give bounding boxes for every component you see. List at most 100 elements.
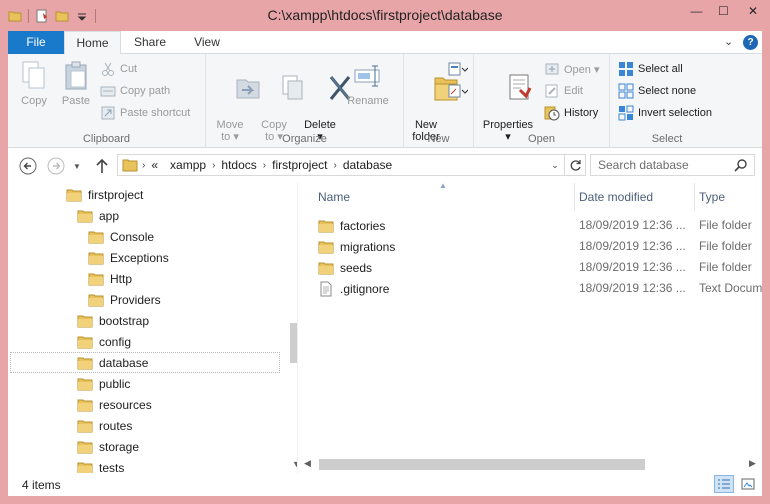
organize-group: Move to ▾ Copy to ▾ Delete ▾ Rename Orga… <box>206 54 404 148</box>
tree-item-public[interactable]: public <box>77 373 130 394</box>
title-bar: C:\xampp\htdocs\firstproject\database — … <box>0 0 770 31</box>
horizontal-scroll-thumb[interactable] <box>319 459 645 470</box>
select-all-button[interactable]: Select all <box>618 60 683 78</box>
up-button[interactable] <box>93 157 111 175</box>
cut-button[interactable]: Cut <box>100 60 137 78</box>
collapse-ribbon-icon[interactable]: ⌄ <box>724 35 733 48</box>
copy-path-button[interactable]: Copy path <box>100 82 170 100</box>
organize-group-label: Organize <box>282 133 327 145</box>
open-button[interactable]: Open ▾ <box>544 60 600 78</box>
tree-item-label: storage <box>99 439 140 454</box>
forward-arrow-icon <box>47 157 65 175</box>
new-group-label: New <box>427 133 450 145</box>
select-none-icon <box>618 83 634 99</box>
tree-item-http[interactable]: Http <box>88 268 132 289</box>
search-input[interactable] <box>591 155 729 175</box>
edit-label: Edit <box>564 85 583 97</box>
tree-item-label: Exceptions <box>110 250 169 265</box>
ribbon-tabs: File Home Share View ⌄ ? <box>8 31 762 55</box>
edit-icon <box>545 84 558 98</box>
tree-item-config[interactable]: config <box>77 331 131 352</box>
tab-home[interactable]: Home <box>64 31 121 55</box>
search-icon[interactable] <box>734 158 748 172</box>
breadcrumb: › « xampp › htdocs › firstproject › data… <box>118 155 398 175</box>
column-header-name[interactable]: Name <box>318 183 578 211</box>
recent-locations-button[interactable]: ▼ <box>68 157 86 175</box>
nav-pane-scrollbar[interactable]: ▼ <box>288 183 297 473</box>
list-item[interactable]: .gitignore 18/09/2019 12:36 ... Text Doc… <box>298 278 762 299</box>
tab-share[interactable]: Share <box>121 31 179 54</box>
list-item[interactable]: migrations 18/09/2019 12:36 ... File fol… <box>298 236 762 257</box>
file-type: Text Docum <box>699 281 762 295</box>
history-button[interactable]: History <box>544 104 598 122</box>
rename-button[interactable]: Rename <box>344 60 392 107</box>
scroll-left-icon[interactable]: ◀ <box>304 458 311 469</box>
forward-button[interactable] <box>47 157 65 175</box>
select-all-label: Select all <box>638 63 683 75</box>
folder-icon <box>88 294 104 306</box>
tree-item-providers[interactable]: Providers <box>88 289 161 310</box>
list-item[interactable]: seeds 18/09/2019 12:36 ... File folder <box>298 257 762 278</box>
file-name: .gitignore <box>340 281 390 296</box>
list-item[interactable]: factories 18/09/2019 12:36 ... File fold… <box>298 215 762 236</box>
paste-shortcut-button[interactable]: Paste shortcut <box>100 104 190 122</box>
history-label: History <box>564 107 599 119</box>
tab-file[interactable]: File <box>8 31 64 54</box>
tree-item-resources[interactable]: resources <box>77 394 152 415</box>
file-type: File folder <box>699 218 752 232</box>
copy-button[interactable]: Copy <box>14 60 54 107</box>
breadcrumb-xampp[interactable]: xampp <box>164 158 212 172</box>
ribbon: Copy Paste Cut Copy path Paste shortcut … <box>8 54 762 148</box>
column-divider[interactable] <box>694 183 695 211</box>
invert-selection-button[interactable]: Invert selection <box>618 104 712 122</box>
minimize-button[interactable]: — <box>683 0 710 21</box>
tree-item-label: tests <box>99 460 125 474</box>
horizontal-scrollbar[interactable]: ◀ ▶ <box>298 456 762 473</box>
paste-icon <box>65 61 87 90</box>
tree-item-bootstrap[interactable]: bootstrap <box>77 310 149 331</box>
refresh-button[interactable] <box>564 155 586 175</box>
edit-button[interactable]: Edit <box>544 82 583 100</box>
maximize-button[interactable]: ☐ <box>710 0 737 21</box>
breadcrumb-overflow[interactable]: « <box>145 158 164 172</box>
nav-pane-scroll-thumb[interactable] <box>290 323 297 363</box>
breadcrumb-database[interactable]: database <box>337 158 398 172</box>
folder-icon <box>88 273 104 285</box>
new-item-button[interactable] <box>448 60 468 78</box>
tree-item-storage[interactable]: storage <box>77 436 139 457</box>
easy-access-button[interactable] <box>448 82 468 100</box>
tree-item-app[interactable]: app <box>77 205 119 226</box>
folder-icon <box>77 441 93 453</box>
item-count: 4 items <box>22 478 61 492</box>
folder-icon <box>77 399 93 411</box>
column-header-type[interactable]: Type <box>699 183 762 211</box>
select-group: Select all Select none Invert selection … <box>610 54 724 148</box>
tree-item-routes[interactable]: routes <box>77 415 132 436</box>
file-name: seeds <box>340 260 373 275</box>
scroll-right-icon[interactable]: ▶ <box>749 458 756 469</box>
column-divider[interactable] <box>574 183 575 211</box>
close-button[interactable]: ✕ <box>737 0 769 21</box>
select-none-button[interactable]: Select none <box>618 82 696 100</box>
back-button[interactable] <box>19 157 37 175</box>
paste-button[interactable]: Paste <box>56 60 96 107</box>
tree-item-console[interactable]: Console <box>88 226 154 247</box>
tree-item-firstproject[interactable]: firstproject <box>66 184 143 205</box>
tree-item-database[interactable]: database <box>10 352 280 373</box>
folder-icon <box>77 357 93 369</box>
tree-item-tests[interactable]: tests <box>77 457 124 473</box>
large-icons-view-button[interactable] <box>738 475 758 493</box>
column-header-date-modified[interactable]: Date modified <box>579 183 694 211</box>
open-icon <box>545 63 559 75</box>
tree-item-exceptions[interactable]: Exceptions <box>88 247 169 268</box>
tab-view[interactable]: View <box>179 31 235 54</box>
cut-label: Cut <box>120 63 138 75</box>
details-view-button[interactable] <box>714 475 734 493</box>
breadcrumb-firstproject[interactable]: firstproject <box>266 158 333 172</box>
address-bar[interactable]: › « xampp › htdocs › firstproject › data… <box>117 154 586 176</box>
tree-item-label: routes <box>99 418 133 433</box>
breadcrumb-htdocs[interactable]: htdocs <box>215 158 262 172</box>
help-button[interactable]: ? <box>743 35 758 50</box>
clipboard-group-label: Clipboard <box>82 133 131 145</box>
address-history-chevron-icon[interactable]: ⌄ <box>546 155 564 175</box>
